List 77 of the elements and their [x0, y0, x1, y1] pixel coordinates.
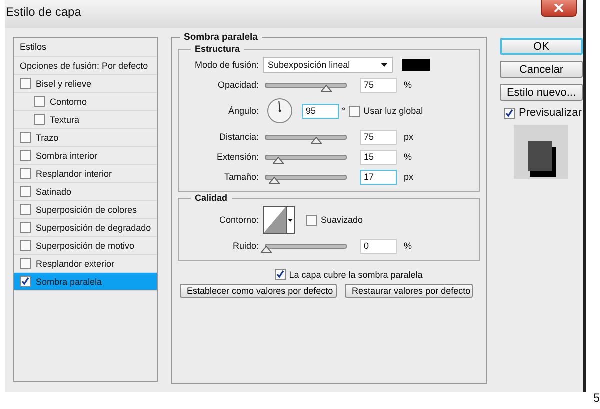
list-item[interactable]: Bisel y relieve [14, 75, 158, 93]
number-field[interactable]: 17 [360, 170, 398, 184]
field-label: Modo de fusión: [194, 60, 260, 70]
slider-thumb[interactable] [261, 246, 272, 252]
unit-label: px [404, 132, 414, 142]
slider-thumb[interactable] [321, 84, 332, 92]
action-button[interactable]: Establecer como valores por defecto [180, 284, 338, 298]
field-label: Tamaño: [224, 172, 260, 182]
checkbox[interactable] [275, 269, 286, 280]
checkbox-label: Previsualizar [519, 107, 582, 119]
dialog-button[interactable]: OK [500, 38, 583, 55]
checkbox[interactable] [20, 78, 31, 89]
angle-dial[interactable] [267, 98, 294, 124]
unit-label: ° [342, 106, 346, 116]
field-label: Distancia: [218, 132, 260, 142]
field-label: Ruido: [232, 241, 260, 251]
checkbox-label: La capa cubre la sombra paralela [289, 270, 423, 280]
list-item[interactable]: Trazo [14, 129, 158, 147]
field-label: Contorno: [218, 215, 260, 225]
checkbox[interactable] [20, 132, 31, 143]
section-title: Calidad [191, 193, 232, 204]
list-item[interactable]: Resplandor interior [14, 165, 158, 183]
checkbox[interactable] [20, 168, 31, 179]
caret-icon [288, 218, 294, 222]
checkbox[interactable] [20, 222, 31, 233]
caret-icon [381, 63, 388, 67]
number-field[interactable]: 75 [360, 130, 398, 144]
checkbox[interactable] [20, 150, 31, 161]
number-field[interactable]: 75 [360, 78, 398, 92]
number-field[interactable]: 95 [302, 104, 340, 118]
checkbox-label: Suavizado [321, 215, 364, 225]
list-item[interactable]: Superposición de degradado [14, 219, 158, 237]
slider-thumb[interactable] [273, 156, 284, 164]
field-label: Ángulo: [228, 106, 260, 116]
color-swatch[interactable] [402, 59, 430, 71]
unit-label: % [404, 80, 412, 90]
checkbox[interactable] [20, 258, 31, 269]
checkbox[interactable] [306, 214, 318, 226]
dialog-button[interactable]: Estilo nuevo... [500, 84, 583, 101]
close-icon [554, 4, 564, 12]
section-title: Estructura [191, 44, 244, 55]
slider-thumb[interactable] [269, 176, 280, 184]
list-item[interactable]: Superposición de motivo [14, 237, 158, 255]
blend-mode-dropdown[interactable]: Subexposición lineal [263, 57, 394, 73]
checkbox[interactable] [20, 240, 31, 251]
window-title: Estilo de capa [6, 5, 82, 19]
field-label: Extensión: [216, 152, 260, 162]
number-field[interactable]: 0 [360, 238, 398, 254]
close-button[interactable] [541, 0, 577, 17]
checkbox[interactable] [34, 96, 45, 107]
number-field[interactable]: 15 [360, 150, 398, 164]
checkbox[interactable] [20, 276, 31, 287]
action-button[interactable]: Restaurar valores por defecto [345, 284, 474, 298]
list-item[interactable]: Superposición de colores [14, 201, 158, 219]
list-item[interactable]: Sombra interior [14, 147, 158, 165]
section-title: Sombra paralela [180, 32, 262, 43]
checkbox[interactable] [20, 204, 31, 215]
list-item[interactable]: Contorno [14, 93, 158, 111]
list-item[interactable]: Sombra paralela [14, 273, 158, 291]
unit-label: % [404, 152, 412, 162]
contour-picker[interactable] [263, 206, 296, 234]
checkbox-label: Usar luz global [364, 106, 424, 116]
checkbox[interactable] [348, 106, 360, 116]
unit-label: px [404, 172, 414, 182]
checkbox[interactable] [20, 186, 31, 197]
slider-thumb[interactable] [310, 136, 322, 144]
preview-thumbnail [514, 125, 568, 179]
list-item[interactable]: Textura [14, 111, 158, 129]
list-item[interactable]: Satinado [14, 183, 158, 201]
list-header: Estilos [14, 38, 158, 57]
unit-label: % [404, 241, 412, 251]
page-number: 5 [593, 391, 600, 405]
field-label: Opacidad: [217, 80, 260, 90]
checkbox[interactable] [504, 108, 515, 118]
list-item[interactable]: Opciones de fusión: Por defecto [14, 57, 158, 75]
checkbox[interactable] [34, 114, 45, 125]
dialog-button[interactable]: Cancelar [500, 61, 583, 78]
